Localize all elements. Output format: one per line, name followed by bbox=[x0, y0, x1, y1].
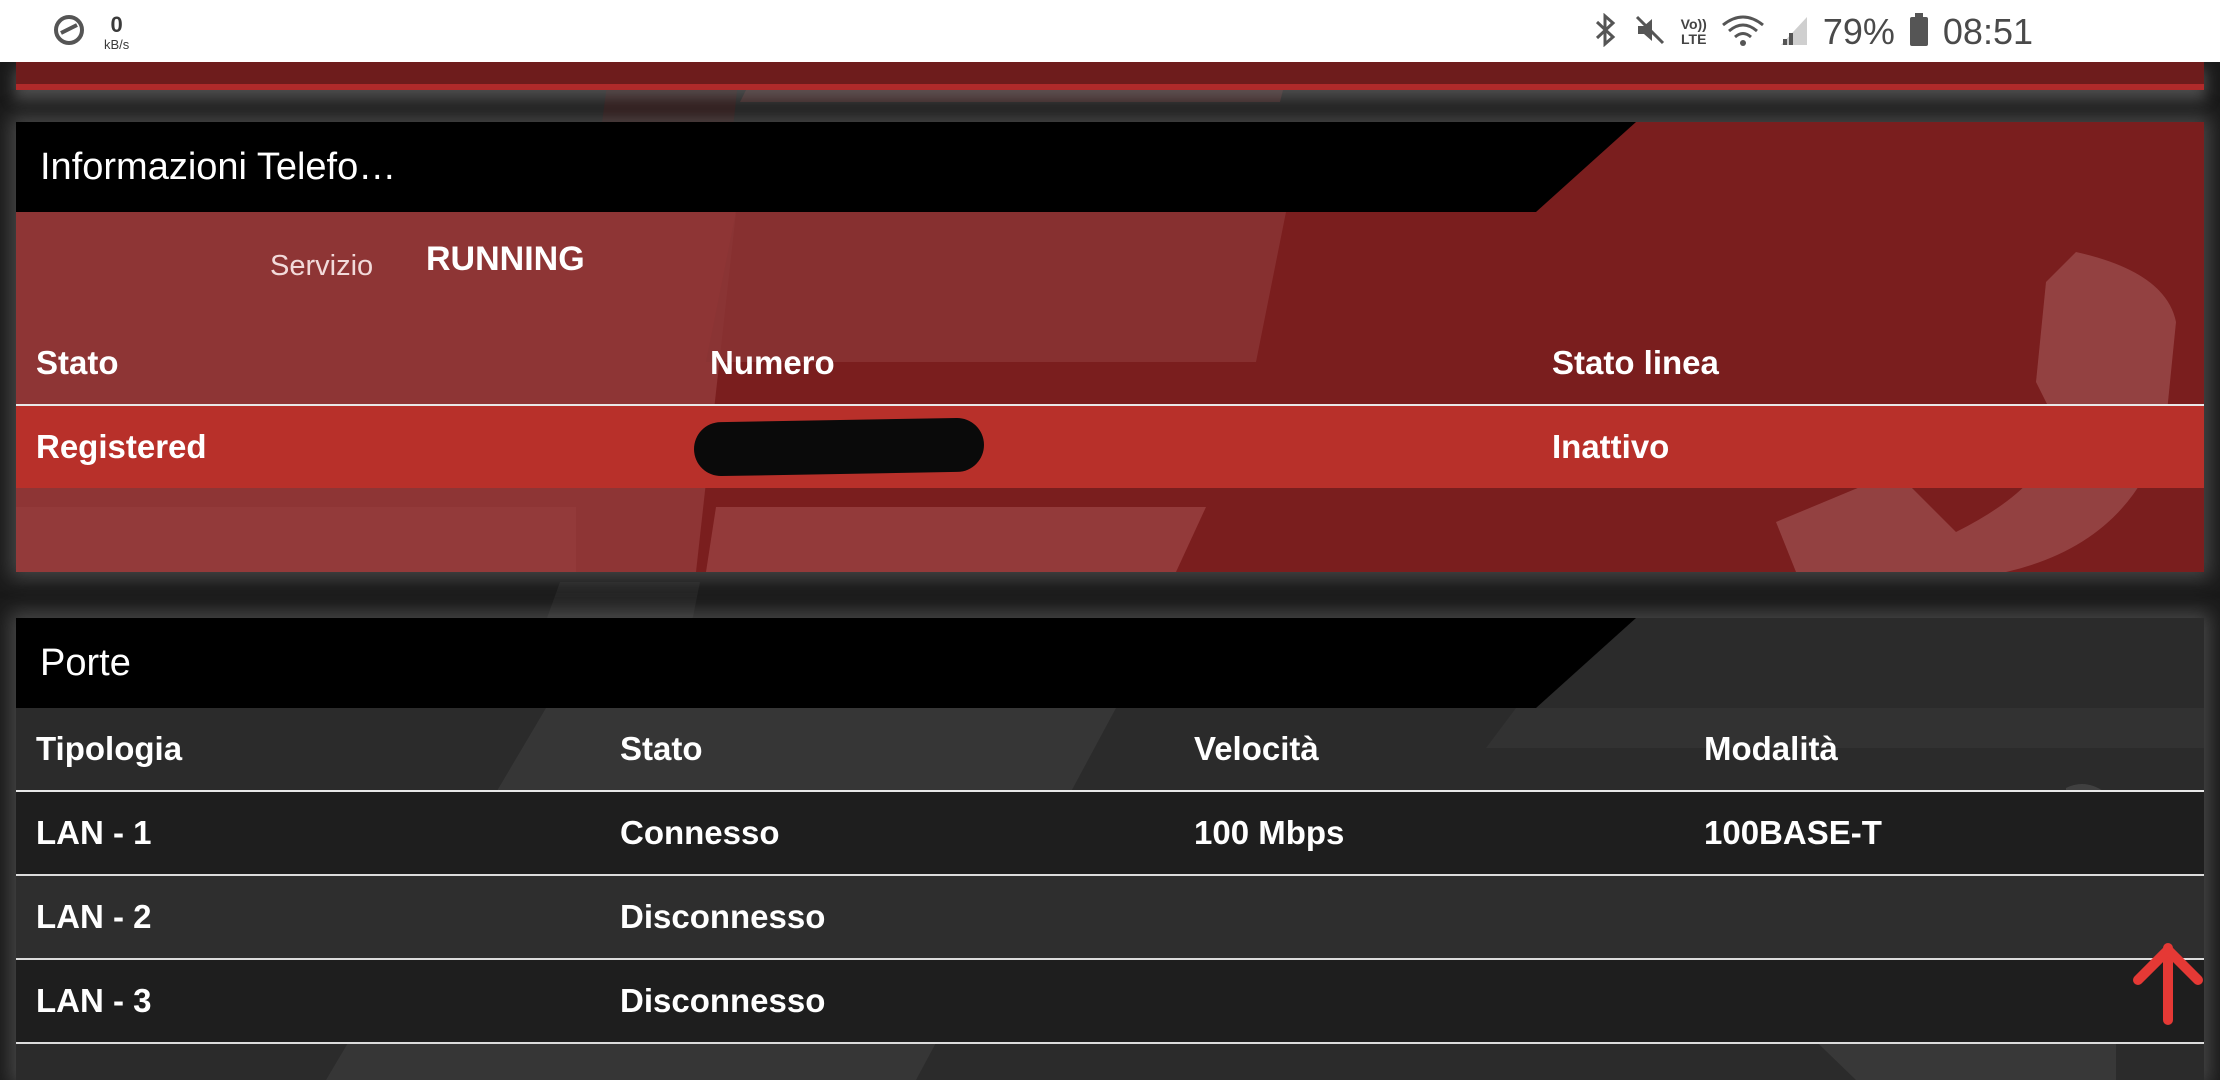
column-header-tipologia: Tipologia bbox=[36, 730, 183, 767]
cell-stato: Disconnesso bbox=[600, 875, 1174, 960]
panel-header-bar bbox=[16, 618, 1636, 708]
network-speed-unit: kB/s bbox=[104, 36, 130, 52]
volte-top: Vo)) bbox=[1680, 16, 1707, 32]
panel-title: Informazioni Telefo… bbox=[40, 146, 397, 188]
previous-panel-edge bbox=[16, 62, 2204, 90]
bluetooth-icon bbox=[1593, 12, 1619, 52]
cell-modalita bbox=[1684, 959, 2204, 1044]
column-header-stato-linea: Stato linea bbox=[1552, 344, 1719, 381]
telephone-table: Stato Numero Stato linea Registered Inat… bbox=[16, 322, 2204, 488]
previous-panel-stripe bbox=[16, 84, 2204, 90]
service-label: Servizio bbox=[270, 250, 374, 282]
cell-numero bbox=[690, 405, 1532, 488]
scroll-to-top-button[interactable] bbox=[2128, 940, 2208, 1030]
table-header-row: Stato Numero Stato linea bbox=[16, 322, 2204, 405]
panel-title: Porte bbox=[40, 642, 131, 684]
column-header-stato: Stato bbox=[36, 344, 119, 381]
cell-velocita bbox=[1174, 959, 1684, 1044]
column-header-modalita: Modalità bbox=[1704, 730, 1838, 767]
cell-stato: Registered bbox=[36, 428, 207, 465]
service-value: RUNNING bbox=[426, 240, 585, 278]
ports-panel: Porte Tipologia Stato Velocità Modalità … bbox=[16, 618, 2204, 1080]
mute-icon bbox=[1633, 13, 1667, 52]
wifi-icon bbox=[1721, 13, 1765, 52]
ports-table: Tipologia Stato Velocità Modalità LAN - … bbox=[16, 708, 2204, 1044]
cell-stato: Disconnesso bbox=[600, 959, 1174, 1044]
table-row: LAN - 3 Disconnesso bbox=[16, 959, 2204, 1044]
table-row: Registered Inattivo bbox=[16, 405, 2204, 488]
cell-modalita: 100BASE-T bbox=[1684, 791, 2204, 876]
cell-tipologia: LAN - 2 bbox=[16, 875, 600, 960]
table-row: LAN - 1 Connesso 100 Mbps 100BASE-T bbox=[16, 791, 2204, 876]
battery-percent: 79% bbox=[1822, 11, 1895, 52]
arrow-up-icon bbox=[2133, 943, 2203, 1025]
cell-stato: Connesso bbox=[600, 791, 1174, 876]
cell-tipologia: LAN - 3 bbox=[16, 959, 600, 1044]
battery-icon bbox=[1909, 12, 1929, 52]
volte-bottom: LTE bbox=[1681, 31, 1707, 47]
cell-modalita bbox=[1684, 875, 2204, 960]
cell-tipologia: LAN - 1 bbox=[16, 791, 600, 876]
cell-stato-linea: Inattivo bbox=[1552, 428, 1670, 465]
cell-velocita: 100 Mbps bbox=[1174, 791, 1684, 876]
redacted-number bbox=[693, 417, 985, 477]
signal-icon bbox=[1779, 13, 1809, 52]
column-header-velocita: Velocità bbox=[1194, 730, 1319, 767]
data-saver-icon bbox=[52, 13, 86, 52]
telephone-info-panel: Informazioni Telefo… Servizio RUNNING St… bbox=[16, 122, 2204, 572]
cell-velocita bbox=[1174, 875, 1684, 960]
clock: 08:51 bbox=[1942, 11, 2033, 52]
network-speed-value: 0 bbox=[110, 11, 123, 37]
column-header-stato: Stato bbox=[620, 730, 703, 767]
network-speed: 0 kB/s bbox=[104, 11, 130, 52]
status-bar: 0 kB/s Vo)) LTE 79% 08:51 bbox=[0, 0, 2220, 62]
volte-icon: Vo)) LTE bbox=[1681, 17, 1707, 47]
table-row: LAN - 2 Disconnesso bbox=[16, 875, 2204, 960]
table-header-row: Tipologia Stato Velocità Modalità bbox=[16, 708, 2204, 791]
column-header-numero: Numero bbox=[710, 344, 835, 381]
